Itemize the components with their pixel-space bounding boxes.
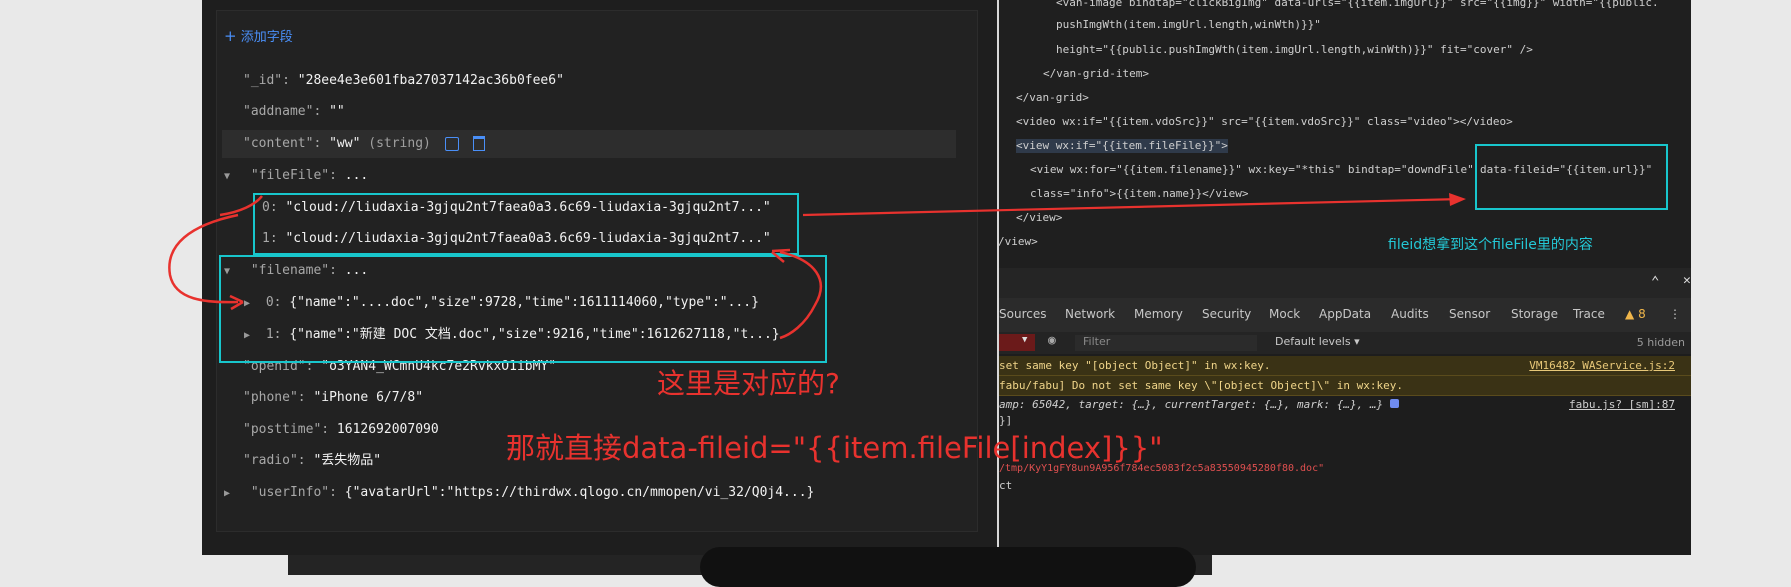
annotation-arrows [168, 193, 1466, 340]
annotation-question: 这里是对应的? [657, 367, 840, 400]
annotation-answer: 那就直接data-fileid="{{item.fileFile[index]}… [506, 431, 1163, 465]
